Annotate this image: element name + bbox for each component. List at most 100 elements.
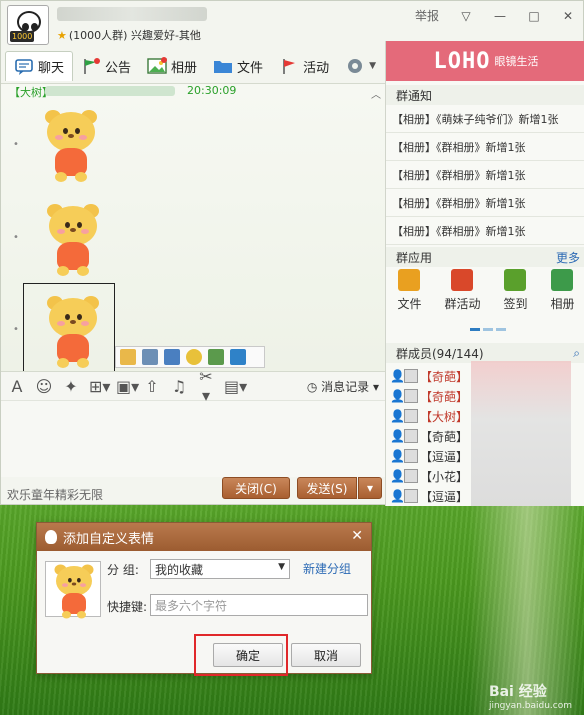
member-icon: 👤 [390,469,405,483]
member-tag: 【逗逼】 [420,489,469,504]
notice-item[interactable]: 【相册】《萌妹子纯爷们》新增1张 [386,105,584,133]
magic-wand-icon[interactable]: ✦ [62,377,80,396]
tab-activity[interactable]: 活动 [271,51,337,81]
tab-files[interactable]: 文件 [205,51,271,81]
settings-menu-button[interactable]: ▼ [337,51,384,81]
emoji-icon[interactable]: ☺ [35,377,53,396]
member-icon: 👤 [390,429,405,443]
send-button[interactable]: 发送(S) [297,477,357,499]
app-checkin-label: 签到 [503,297,528,311]
shortcut-input[interactable]: 最多六个字符 [150,594,368,616]
sticker-action-toolbar [115,346,265,368]
star-icon: ★ [57,29,67,42]
watermark: Bai 经验 jingyan.baidu.com [489,681,572,711]
apps-pager[interactable] [470,328,506,331]
music-icon[interactable]: ♫ [170,377,188,396]
image-upload-icon[interactable]: ▣▾ [116,377,139,396]
member-tag: 【大树】 [420,409,469,424]
bullet-icon: • [13,232,19,243]
tab-announcement[interactable]: 公告 [73,51,139,81]
tab-chat[interactable]: 聊天 [5,51,74,81]
bear-sticker-2[interactable] [43,198,103,278]
tab-chat-label: 聊天 [38,61,65,76]
member-row[interactable]: 👤 【大树】 [390,406,468,426]
message-input[interactable] [1,401,385,477]
bear-sticker-1[interactable] [41,104,101,184]
app-checkin[interactable]: 签到 [503,269,528,327]
avatar [404,489,418,503]
dropdown-button[interactable]: ▽ [459,9,473,23]
ad-banner[interactable]: LOHO 眼镜生活 [386,41,584,81]
scissors-icon[interactable]: ✂▾ [197,367,215,405]
member-row[interactable]: 👤 【逗逼】 [390,446,468,466]
message-record-button[interactable]: ◷ 消息记录 ▾ [307,378,379,395]
notice-item[interactable]: 【相册】《群相册》新增1张 [386,161,584,189]
maximize-button[interactable]: □ [527,9,541,23]
screen-icon[interactable] [164,349,180,365]
group-info-text: (1000人群) 兴趣爱好-其他 [68,29,201,42]
upload-icon[interactable]: ⇧ [143,377,161,396]
star-favorite-icon[interactable] [230,349,246,365]
app-files[interactable]: 文件 [397,269,422,327]
search-icon[interactable]: ⌕ [573,346,580,361]
bear-sticker-3[interactable] [43,290,103,370]
close-chat-button[interactable]: 关闭(C) [222,477,290,499]
save-icon[interactable] [142,349,158,365]
notice-item[interactable]: 【相册】《群相册》新增1张 [386,133,584,161]
tab-album-label: 相册 [171,60,198,76]
apps-title: 群应用 [396,250,433,265]
members-title: 群成员(94/144) [396,346,484,361]
cancel-button[interactable]: 取消 [291,643,361,667]
member-icon: 👤 [390,449,405,463]
app-album[interactable]: 相册 [550,269,575,327]
more-tools-icon[interactable]: ▤▾ [224,377,247,396]
checkin-icon [504,269,527,291]
dialog-titlebar: 添加自定义表情 [37,523,371,551]
image-icon[interactable] [208,349,224,365]
apps-more-link[interactable]: 更多 [556,249,580,266]
chevron-down-icon: ▾ [366,481,374,495]
activity-icon [451,269,474,291]
gear-icon [348,59,363,73]
tab-album[interactable]: 相册 [139,51,205,81]
smiley-icon[interactable] [186,349,202,365]
chevron-down-icon: ▼ [278,562,285,572]
member-row[interactable]: 👤 【逗逼】 [390,486,468,506]
member-icon: 👤 [390,409,405,423]
new-group-link[interactable]: 新建分组 [303,560,351,577]
watermark-brand: Bai 经验 [488,684,547,700]
member-row[interactable]: 👤 【奇葩】 [390,426,468,446]
bear-thumbnail [52,560,97,620]
avatar [404,429,418,443]
tab-files-label: 文件 [237,60,264,76]
group-apps: 文件 群活动 签到 相册 [386,269,584,327]
message-record-label: 消息记录 [321,379,370,394]
group-avatar[interactable]: 1000 [7,5,49,45]
member-tag: 【小花】 [420,469,469,484]
scroll-up-icon[interactable]: ︿ [371,86,381,101]
input-toolbar: A ☺ ✦ ⊞▾ ▣▾ ⇧ ♫ ✂▾ ▤▾ ◷ 消息记录 ▾ [1,367,385,405]
notice-item[interactable]: 【相册】《群相册》新增1张 [386,189,584,217]
member-count-badge: 1000 [10,31,35,42]
notice-item[interactable]: 【相册】《群相册》新增1张 [386,217,584,245]
close-button[interactable]: ✕ [561,9,575,23]
report-link[interactable]: 举报 [415,7,439,24]
group-select[interactable]: 我的收藏 ▼ [150,559,290,579]
member-row[interactable]: 👤 【奇葩】 [390,366,468,386]
dialog-close-button[interactable]: ✕ [351,528,363,544]
group-select-value: 我的收藏 [155,562,204,577]
font-icon[interactable]: A [8,377,26,396]
app-activity[interactable]: 群活动 [444,269,481,327]
minimize-button[interactable]: — [493,9,507,23]
message-area[interactable]: 【大树】 20:30:09 ︿ • • • [1,83,385,373]
member-icon: 👤 [390,489,405,503]
add-emoji-icon[interactable] [120,349,136,365]
footer-text: 欢乐童年精彩无限 [7,488,104,502]
shortcut-field-label: 快捷键: [107,600,148,614]
member-row[interactable]: 👤 【奇葩】 [390,386,468,406]
send-options-button[interactable]: ▾ [358,477,382,499]
shortcut-placeholder: 最多六个字符 [155,598,228,613]
gift-icon[interactable]: ⊞▾ [89,377,110,396]
banner-subtitle: 眼镜生活 [494,55,539,68]
member-row[interactable]: 👤 【小花】 [390,466,468,486]
